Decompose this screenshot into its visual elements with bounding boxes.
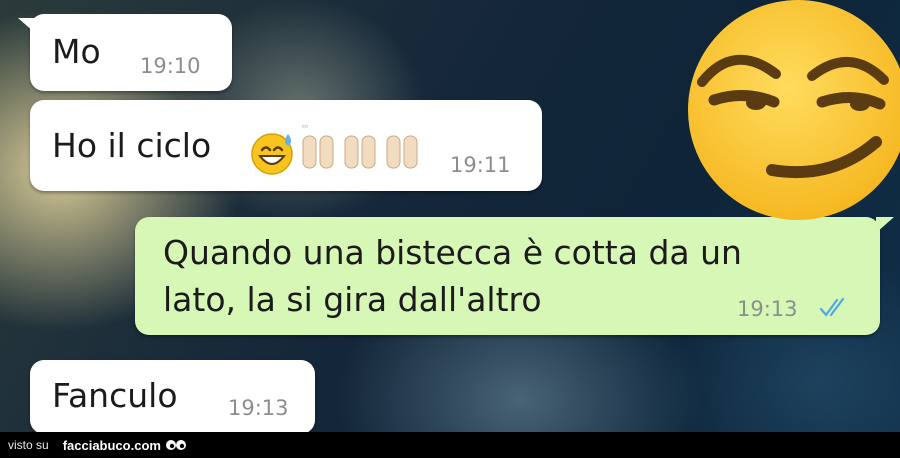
read-double-check-icon: [819, 297, 845, 317]
raised-hands-emoji: [344, 135, 376, 169]
bubble-tail: [18, 18, 34, 32]
watermark-footer: visto su facciabuco.com: [0, 432, 900, 458]
message-text: Ho il ciclo: [52, 126, 212, 165]
message-bubble-incoming[interactable]: Ho il ciclo ᶦᶦᶦ 19:11: [30, 100, 542, 191]
message-text: Fanculo: [52, 376, 178, 415]
message-text: Mo: [52, 32, 101, 71]
message-bubble-outgoing[interactable]: Quando una bistecca è cotta da un lato, …: [135, 217, 894, 335]
grinning-sweat-emoji: [251, 133, 293, 175]
message-time: 19:13: [228, 396, 289, 420]
raised-hands-emoji: ᶦᶦᶦ: [302, 123, 334, 169]
message-time: 19:13: [737, 297, 798, 321]
message-bubble-incoming[interactable]: Mo 19:10: [18, 14, 232, 91]
message-time: 19:10: [140, 54, 201, 78]
raised-hands-emoji: [386, 135, 418, 169]
emoji-group: ᶦᶦᶦ: [248, 118, 422, 176]
eyes-logo-icon: [165, 440, 186, 450]
svg-text:ᶦᶦᶦ: ᶦᶦᶦ: [302, 123, 308, 132]
smirking-face-emoji: [688, 0, 900, 220]
message-time: 19:11: [450, 153, 511, 177]
visto-su-label: visto su: [8, 438, 49, 452]
site-link[interactable]: facciabuco.com: [63, 438, 161, 453]
message-bubble-incoming[interactable]: Fanculo 19:13: [30, 360, 315, 434]
message-text: Quando una bistecca è cotta da un lato, …: [163, 233, 742, 319]
